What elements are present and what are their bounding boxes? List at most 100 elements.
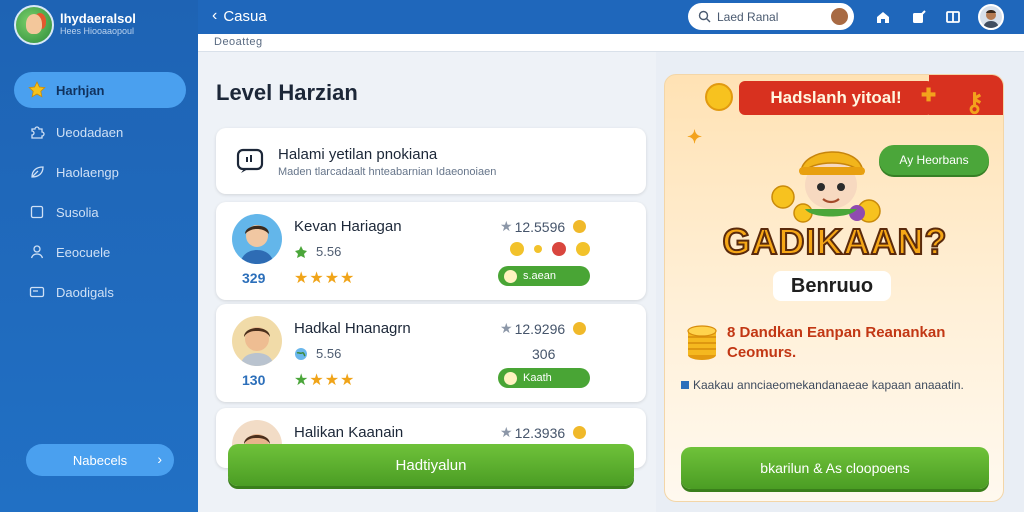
top-bar: ‹ Casua Laed Ranal (198, 0, 1024, 34)
list-item[interactable]: Kevan Hariagan 5.56 329 ★★★★ ★ 12.5596 s… (216, 202, 646, 300)
sidebar-item-ueodadaen[interactable]: Ueodadaen (14, 114, 186, 150)
key-icon: ⚷ (965, 87, 985, 117)
coin-icon (705, 83, 733, 111)
main-panel: Level Harzian Halami yetilan pnokiana Ma… (198, 52, 656, 512)
list-item[interactable]: Hadkal Hnanagrn 5.56 130 ★★★★ ★ 12.9296 … (216, 304, 646, 402)
sidebar-item-haolaengp[interactable]: Haolaengp (14, 154, 186, 190)
chat-icon (236, 148, 264, 173)
rating-stars: ★★★★ (294, 372, 356, 389)
sidebar-item-label: Ueodadaen (56, 124, 124, 140)
bullet-icon (681, 381, 689, 389)
leaf-icon (28, 163, 46, 181)
coin-stack-icon (687, 325, 717, 360)
primary-button[interactable]: Hadtiyalun (228, 444, 634, 486)
sidebar-item-label: Daodigals (56, 284, 114, 300)
status-badge-label: Kaath (523, 372, 552, 384)
info-card[interactable]: Halami yetilan pnokiana Maden tlarcadaal… (216, 128, 646, 194)
promo-note: Kaakau annciaeomekandanaeae kapaan anaaa… (681, 377, 993, 394)
sidebar-item-susolia[interactable]: Susolia (14, 194, 186, 230)
dot-icon (534, 245, 542, 253)
promo-description: 8 Dandkan Eanpan Reanankan Ceomurs. (727, 324, 946, 361)
player-score: ★ 12.3936 (500, 424, 587, 441)
breadcrumb: Deoatteg (214, 36, 263, 48)
brand-subtitle: Hees Hiooaaopoul (60, 26, 135, 36)
status-badge[interactable]: s.aean (498, 266, 590, 286)
user-avatar[interactable] (978, 4, 1004, 30)
promo-banner: Hadslanh yitoal! (739, 81, 933, 115)
player-score: ★ 12.9296 (500, 320, 587, 337)
avatar (232, 214, 282, 264)
edit-icon[interactable] (910, 8, 928, 26)
gem-row (510, 242, 590, 256)
info-title: Halami yetilan pnokiana (278, 146, 438, 163)
player-score-text: 12.3936 (514, 424, 566, 441)
check-icon (504, 269, 517, 283)
player-number: 329 (242, 270, 266, 286)
promo-title: GADIKAAN? (722, 220, 948, 263)
sidebar-item-eeocuele[interactable]: Eeocuele (14, 234, 186, 270)
home-icon[interactable] (874, 8, 892, 26)
ruby-icon (552, 242, 566, 256)
card-icon (28, 283, 46, 301)
check-icon (504, 371, 517, 385)
globe-icon (295, 347, 307, 360)
breadcrumb-bar: Deoatteg (198, 34, 1024, 52)
player-score-text: 12.5596 (514, 218, 566, 235)
sidebar-item-label: Harhjan (56, 82, 105, 98)
person-icon (28, 243, 46, 261)
coin-icon (510, 242, 524, 256)
player-value-text: 5.56 (316, 244, 342, 259)
avatar (232, 316, 282, 366)
brand-logo (14, 5, 54, 45)
sparkle-icon: ✦ (687, 127, 703, 147)
sidebar-item-label: Eeocuele (56, 244, 111, 260)
player-score-text: 12.9296 (514, 320, 566, 337)
promo-panel: Hadslanh yitoal! ✚ ✦ ⚷ Ay Heorbans GADIK… (664, 74, 1004, 502)
chevron-right-icon: › (157, 451, 162, 467)
player-name: Kevan Hariagan (294, 218, 402, 235)
brand[interactable]: lhydaeralsol Hees Hiooaaopoul (14, 4, 194, 46)
search-input[interactable]: Laed Ranal (688, 3, 854, 30)
rating-stars: ★★★★ (294, 270, 356, 287)
promo-note-text: Kaakau annciaeomekandanaeae kapaan anaaa… (693, 378, 964, 392)
promo-tag-button[interactable]: Ay Heorbans (879, 145, 989, 175)
sidebar-bottom-button[interactable]: Nabecels › (26, 444, 174, 476)
sidebar-nav: Harhjan Ueodadaen Haolaengp Susolia Eeoc… (14, 72, 186, 314)
puzzle-icon (28, 123, 46, 141)
promo-subtitle: Benruuo (773, 271, 891, 301)
player-name: Halikan Kaanain (294, 424, 404, 441)
sidebar-item-daodigals[interactable]: Daodigals (14, 274, 186, 310)
player-value: 5.56 (294, 346, 341, 361)
player-name: Hadkal Hnanagrn (294, 320, 411, 337)
coin-icon (573, 220, 587, 233)
coin-icon (573, 426, 587, 439)
player-score: ★ 12.5596 (500, 218, 587, 235)
search-avatar[interactable] (829, 6, 850, 27)
sidebar: lhydaeralsol Hees Hiooaaopoul Harhjan Ue… (0, 0, 198, 512)
star-icon (28, 81, 46, 99)
chevron-left-icon: ‹ (212, 7, 218, 24)
search-icon (698, 10, 711, 23)
player-extra: 306 (532, 346, 556, 362)
sparkle-icon: ✚ (921, 85, 937, 105)
coin-icon (573, 322, 587, 335)
sidebar-item-label: Haolaengp (56, 164, 119, 180)
status-badge-label: s.aean (523, 270, 557, 282)
promo-cta-button[interactable]: bkarilun & As cloopoens (681, 447, 989, 489)
sidebar-item-harhjan[interactable]: Harhjan (14, 72, 186, 108)
player-number: 130 (242, 372, 266, 388)
page-title: Level Harzian (216, 80, 358, 105)
back-label: Casua (223, 7, 267, 25)
layout-icon[interactable] (944, 8, 962, 26)
square-icon (28, 203, 46, 221)
brand-title: lhydaeralsol (60, 11, 136, 26)
player-value-text: 5.56 (316, 346, 342, 361)
info-subtitle: Maden tlarcadaalt hnteabarnian Idaeonoia… (278, 166, 497, 178)
mascot-image (771, 151, 881, 223)
status-badge[interactable]: Kaath (498, 368, 590, 388)
back-button[interactable]: ‹ Casua (212, 7, 267, 25)
player-value: 5.56 (294, 244, 341, 259)
search-placeholder: Laed Ranal (717, 9, 779, 24)
sidebar-item-label: Susolia (56, 204, 99, 220)
clover-icon (295, 245, 307, 258)
